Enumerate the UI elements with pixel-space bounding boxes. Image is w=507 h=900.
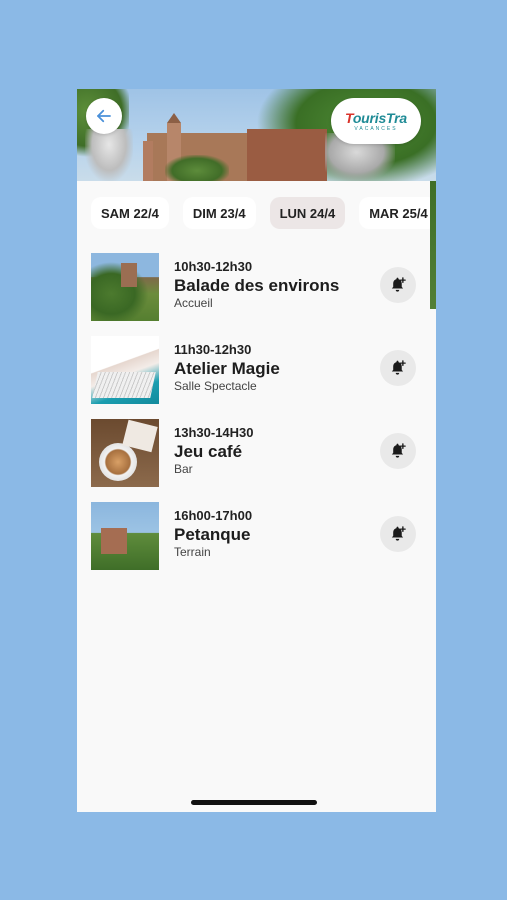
- tab-dim-23-4[interactable]: DIM 23/4: [182, 197, 256, 229]
- bell-plus-icon: [391, 277, 406, 292]
- activity-list: 10h30-12h30 Balade des environs Accueil …: [77, 251, 430, 583]
- bell-plus-icon: [391, 443, 406, 458]
- activity-title: Petanque: [174, 525, 251, 544]
- activity-title: Jeu café: [174, 442, 243, 461]
- back-button[interactable]: [86, 98, 122, 134]
- activity-title: Balade des environs: [174, 276, 340, 295]
- list-item[interactable]: 11h30-12h30 Atelier Magie Salle Spectacl…: [77, 334, 430, 417]
- list-item[interactable]: 16h00-17h00 Petanque Terrain: [77, 500, 430, 583]
- arrow-left-icon: [97, 109, 111, 123]
- activity-thumbnail: [91, 336, 159, 404]
- activity-place: Terrain: [174, 545, 211, 559]
- home-indicator[interactable]: [191, 800, 317, 805]
- list-item[interactable]: 10h30-12h30 Balade des environs Accueil: [77, 251, 430, 334]
- day-tabs: SAM 22/4 DIM 23/4 LUN 24/4 MAR 25/4: [77, 181, 430, 245]
- tab-sam-22-4[interactable]: SAM 22/4: [91, 197, 169, 229]
- list-item[interactable]: 13h30-14H30 Jeu café Bar: [77, 417, 430, 500]
- tab-lun-24-4[interactable]: LUN 24/4: [269, 197, 346, 229]
- activity-place: Bar: [174, 462, 193, 476]
- activity-time: 11h30-12h30: [174, 342, 252, 357]
- brand-logo: TourisTra VACANCES: [331, 98, 421, 144]
- reminder-button[interactable]: [380, 350, 416, 386]
- activity-title: Atelier Magie: [174, 359, 280, 378]
- activity-thumbnail: [91, 502, 159, 570]
- activity-time: 13h30-14H30: [174, 425, 254, 440]
- app-screen: TourisTra VACANCES SAM 22/4 DIM 23/4 LUN…: [77, 89, 436, 812]
- bell-plus-icon: [391, 360, 406, 375]
- tab-mar-25-4[interactable]: MAR 25/4: [359, 197, 430, 229]
- reminder-button[interactable]: [380, 267, 416, 303]
- activity-time: 16h00-17h00: [174, 508, 253, 523]
- activity-time: 10h30-12h30: [174, 259, 253, 274]
- banner-edge: [430, 181, 436, 309]
- header-banner-image: TourisTra VACANCES: [77, 89, 436, 181]
- activity-place: Salle Spectacle: [174, 379, 257, 393]
- reminder-button[interactable]: [380, 516, 416, 552]
- activity-thumbnail: [91, 253, 159, 321]
- reminder-button[interactable]: [380, 433, 416, 469]
- activity-thumbnail: [91, 419, 159, 487]
- activity-place: Accueil: [174, 296, 213, 310]
- bell-plus-icon: [391, 526, 406, 541]
